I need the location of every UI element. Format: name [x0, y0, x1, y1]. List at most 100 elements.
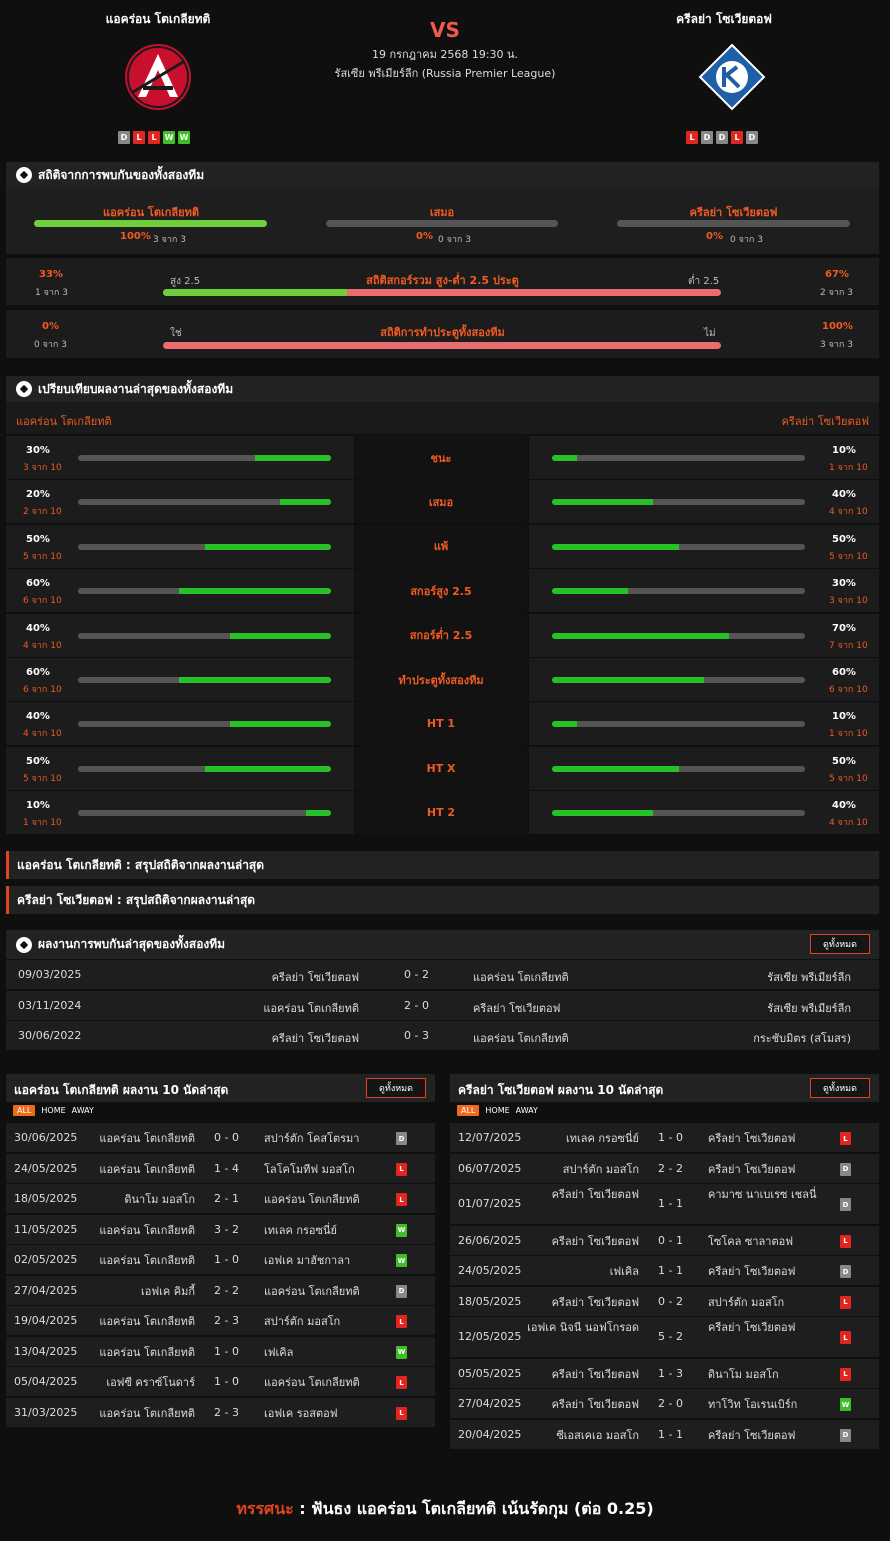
akron-crest-icon[interactable] [123, 42, 193, 112]
h2h-row[interactable]: 30/06/2022 ครีลย่า โซเวียตอฟ 0 - 3 แอคร่อน … [6, 1021, 879, 1050]
tab-away[interactable]: AWAY [516, 1106, 538, 1115]
away-team[interactable]: ดินาโม มอสโก [708, 1367, 826, 1383]
away-team[interactable]: ครีลย่า โซเวียตอฟ [708, 1320, 826, 1336]
last10-row[interactable]: 05/05/2025 ครีลย่า โซเวียตอฟ 1 - 3 ดินาโม ม… [450, 1358, 879, 1388]
home-team[interactable]: สปาร์ตัก มอสโก [519, 1162, 639, 1178]
away-team[interactable]: ครีลย่า โซเวียตอฟ [708, 1131, 826, 1147]
tab-all[interactable]: ALL [13, 1105, 36, 1116]
h2h-away[interactable]: แอคร่อน โตเกลียทติ [473, 968, 569, 986]
tab-home[interactable]: HOME [485, 1106, 509, 1115]
home-team[interactable]: แอคร่อน โตเกลียทติ [75, 1253, 195, 1269]
ou-bar [163, 289, 721, 296]
away-team[interactable]: เฟเคิล [264, 1345, 382, 1361]
last10-row[interactable]: 30/06/2025 แอคร่อน โตเกลียทติ 0 - 0 สปาร์ตั… [6, 1123, 435, 1152]
away-team[interactable]: แอคร่อน โตเกลียทติ [264, 1284, 382, 1300]
home-summary-bar[interactable]: แอคร่อน โตเกลียทติ : สรุปสถิติจากผลงานล่… [6, 851, 879, 879]
h2h-row[interactable]: 09/03/2025 ครีลย่า โซเวียตอฟ 0 - 2 แอคร่อน … [6, 960, 879, 989]
home-team[interactable]: แอคร่อน โตเกลียทติ [75, 1345, 195, 1361]
home-team[interactable]: เอฟเค คิมกี้ [75, 1284, 195, 1300]
last10-row[interactable]: 18/05/2025 ครีลย่า โซเวียตอฟ 0 - 2 สปาร์ตัก… [450, 1286, 879, 1316]
away-team[interactable]: โลโคโมทีฟ มอสโก [264, 1162, 382, 1178]
home-team[interactable]: แอคร่อน โตเกลียทติ [75, 1406, 195, 1422]
compare-away-cell: 30% 3 จาก 10 [529, 569, 879, 613]
away-summary-bar[interactable]: ครีลย่า โซเวียตอฟ : สรุปสถิติจากผลงานล่า… [6, 886, 879, 914]
last10-row[interactable]: 27/04/2025 ครีลย่า โซเวียตอฟ 2 - 0 ทาโวิท โ… [450, 1389, 879, 1418]
away-team[interactable]: เอฟเค มาฮัชกาลา [264, 1253, 382, 1269]
away-team[interactable]: ครีลย่า โซเวียตอฟ [708, 1264, 826, 1280]
away-team[interactable]: สปาร์ตัก มอสโก [708, 1295, 826, 1311]
home-team[interactable]: ครีลย่า โซเวียตอฟ [519, 1367, 639, 1383]
away-team[interactable]: สปาร์ตัก มอสโก [264, 1314, 382, 1330]
last10-row[interactable]: 26/06/2025 ครีลย่า โซเวียตอฟ 0 - 1 โซโคล ซา… [450, 1225, 879, 1255]
score: 2 - 1 [214, 1192, 239, 1205]
compare-home-cell: 20% 2 จาก 10 [6, 480, 354, 524]
krylia-sovetov-crest-icon[interactable] [697, 42, 767, 112]
home-view-all-button[interactable]: ดูทั้งหมด [366, 1078, 426, 1098]
last10-row[interactable]: 18/05/2025 ดินาโม มอสโก 2 - 1 แอคร่อน โตเกล… [6, 1184, 435, 1213]
away-team[interactable]: แอคร่อน โตเกลียทติ [264, 1192, 382, 1208]
away-team[interactable]: เอฟเค รอสตอฟ [264, 1406, 382, 1422]
away-team[interactable]: คามาซ นาเบเรซ เชลนี่ [708, 1187, 826, 1203]
score: 5 - 2 [658, 1330, 683, 1343]
h2h-away[interactable]: แอคร่อน โตเกลียทติ [473, 1029, 569, 1047]
last10-row[interactable]: 20/04/2025 ซีเอสเคเอ มอสโก 1 - 1 ครีลย่า โซ… [450, 1419, 879, 1449]
view-all-button[interactable]: ดูทั้งหมด [810, 934, 870, 954]
away-team[interactable]: ครีลย่า โซเวียตอฟ [708, 1162, 826, 1178]
last10-row[interactable]: 12/05/2025 เอฟเค นิจนี นอฟโกรอด 5 - 2 ครีลย… [450, 1317, 879, 1357]
away-team[interactable]: สปาร์ตัก โคสโตรมา [264, 1131, 382, 1147]
home-team[interactable]: แอคร่อน โตเกลียทติ [75, 1131, 195, 1147]
compare-away-fill [552, 632, 730, 639]
last10-row[interactable]: 02/05/2025 แอคร่อน โตเกลียทติ 1 - 0 เอฟเค ม… [6, 1245, 435, 1274]
last10-row[interactable]: 06/07/2025 สปาร์ตัก มอสโก 2 - 2 ครีลย่า โซเ… [450, 1153, 879, 1183]
match-date: 20/04/2025 [458, 1427, 522, 1441]
tab-all[interactable]: ALL [457, 1105, 480, 1116]
last10-row[interactable]: 05/04/2025 เอฟซี คราซ์โนดาร์ 1 - 0 แอคร่อน … [6, 1367, 435, 1396]
compare-away-bar [552, 765, 805, 772]
last10-row[interactable]: 12/07/2025 เทเลค กรอซนี่ย์ 1 - 0 ครีลย่า โซ… [450, 1123, 879, 1152]
away-team[interactable]: ทาโวิท โอเรนเบิร์ก [708, 1397, 826, 1413]
h2h-row[interactable]: 03/11/2024 แอคร่อน โตเกลียทติ 2 - 0 ครีลย่า… [6, 990, 879, 1020]
h2h-home[interactable]: แอคร่อน โตเกลียทติ [263, 999, 359, 1017]
home-team[interactable]: ครีลย่า โซเวียตอฟ [519, 1234, 639, 1250]
home-team[interactable]: แอคร่อน โตเกลียทติ [75, 1314, 195, 1330]
home-team[interactable]: แอคร่อน โตเกลียทติ [75, 1223, 195, 1239]
home-team[interactable]: เอฟเค นิจนี นอฟโกรอด [519, 1320, 639, 1336]
compare-row: 40% 4 จาก 10 HT 1 10% 1 จาก 10 [6, 702, 879, 746]
last10-row[interactable]: 01/07/2025 ครีลย่า โซเวียตอฟ 1 - 1 คามาซ นา… [450, 1184, 879, 1224]
compare-home-fill [179, 677, 331, 683]
compare-away-pct: 50% [832, 755, 856, 767]
home-team[interactable]: เอฟซี คราซ์โนดาร์ [75, 1375, 195, 1391]
h2h-home[interactable]: ครีลย่า โซเวียตอฟ [272, 968, 359, 986]
home-team[interactable]: ครีลย่า โซเวียตอฟ [519, 1187, 639, 1203]
last10-row[interactable]: 11/05/2025 แอคร่อน โตเกลียทติ 3 - 2 เทเลค ก… [6, 1214, 435, 1244]
home-team[interactable]: ครีลย่า โซเวียตอฟ [519, 1397, 639, 1413]
home-team[interactable]: ดินาโม มอสโก [75, 1192, 195, 1208]
last10-row[interactable]: 31/03/2025 แอคร่อน โตเกลียทติ 2 - 3 เอฟเค ร… [6, 1397, 435, 1427]
h2h-away[interactable]: ครีลย่า โซเวียตอฟ [473, 999, 560, 1017]
home-team[interactable]: เทเลค กรอซนี่ย์ [519, 1131, 639, 1147]
recommendation: ทรรศนะ : ฟันธง แอคร่อน โตเกลียทติ เน้นรั… [0, 1497, 890, 1522]
h2h-home-label: แอคร่อน โตเกลียทติ [103, 206, 199, 219]
h2h-competition: รัสเซีย พรีเมียร์ลีก [767, 971, 851, 984]
home-team[interactable]: ครีลย่า โซเวียตอฟ [519, 1295, 639, 1311]
compare-metric-label: สกอร์ต่ำ 2.5 [355, 613, 527, 657]
last10-row[interactable]: 19/04/2025 แอคร่อน โตเกลียทติ 2 - 3 สปาร์ตั… [6, 1306, 435, 1335]
away-view-all-button[interactable]: ดูทั้งหมด [810, 1078, 870, 1098]
home-team[interactable]: แอคร่อน โตเกลียทติ [75, 1162, 195, 1178]
match-date: 12/05/2025 [458, 1330, 522, 1343]
last10-row[interactable]: 13/04/2025 แอคร่อน โตเกลียทติ 1 - 0 เฟเคิล W [6, 1336, 435, 1366]
compare-away-bar [552, 632, 805, 639]
tab-away[interactable]: AWAY [72, 1106, 94, 1115]
last10-row[interactable]: 27/04/2025 เอฟเค คิมกี้ 2 - 2 แอคร่อน โตเกล… [6, 1275, 435, 1305]
home-team[interactable]: เฟเคิล [519, 1264, 639, 1280]
tab-home[interactable]: HOME [41, 1106, 65, 1115]
away-team[interactable]: โซโคล ซาลาตอฟ [708, 1234, 826, 1250]
away-team[interactable]: ครีลย่า โซเวียตอฟ [708, 1428, 826, 1444]
away-team[interactable]: เทเลค กรอซนี่ย์ [264, 1223, 382, 1239]
last10-row[interactable]: 24/05/2025 แอคร่อน โตเกลียทติ 1 - 4 โลโคโมท… [6, 1153, 435, 1183]
h2h-home[interactable]: ครีลย่า โซเวียตอฟ [272, 1029, 359, 1047]
home-team[interactable]: ซีเอสเคเอ มอสโก [519, 1428, 639, 1444]
last10-row[interactable]: 24/05/2025 เฟเคิล 1 - 1 ครีลย่า โซเวียตอฟ D [450, 1256, 879, 1285]
compare-away-fill [552, 455, 578, 461]
away-team[interactable]: แอคร่อน โตเกลียทติ [264, 1375, 382, 1391]
